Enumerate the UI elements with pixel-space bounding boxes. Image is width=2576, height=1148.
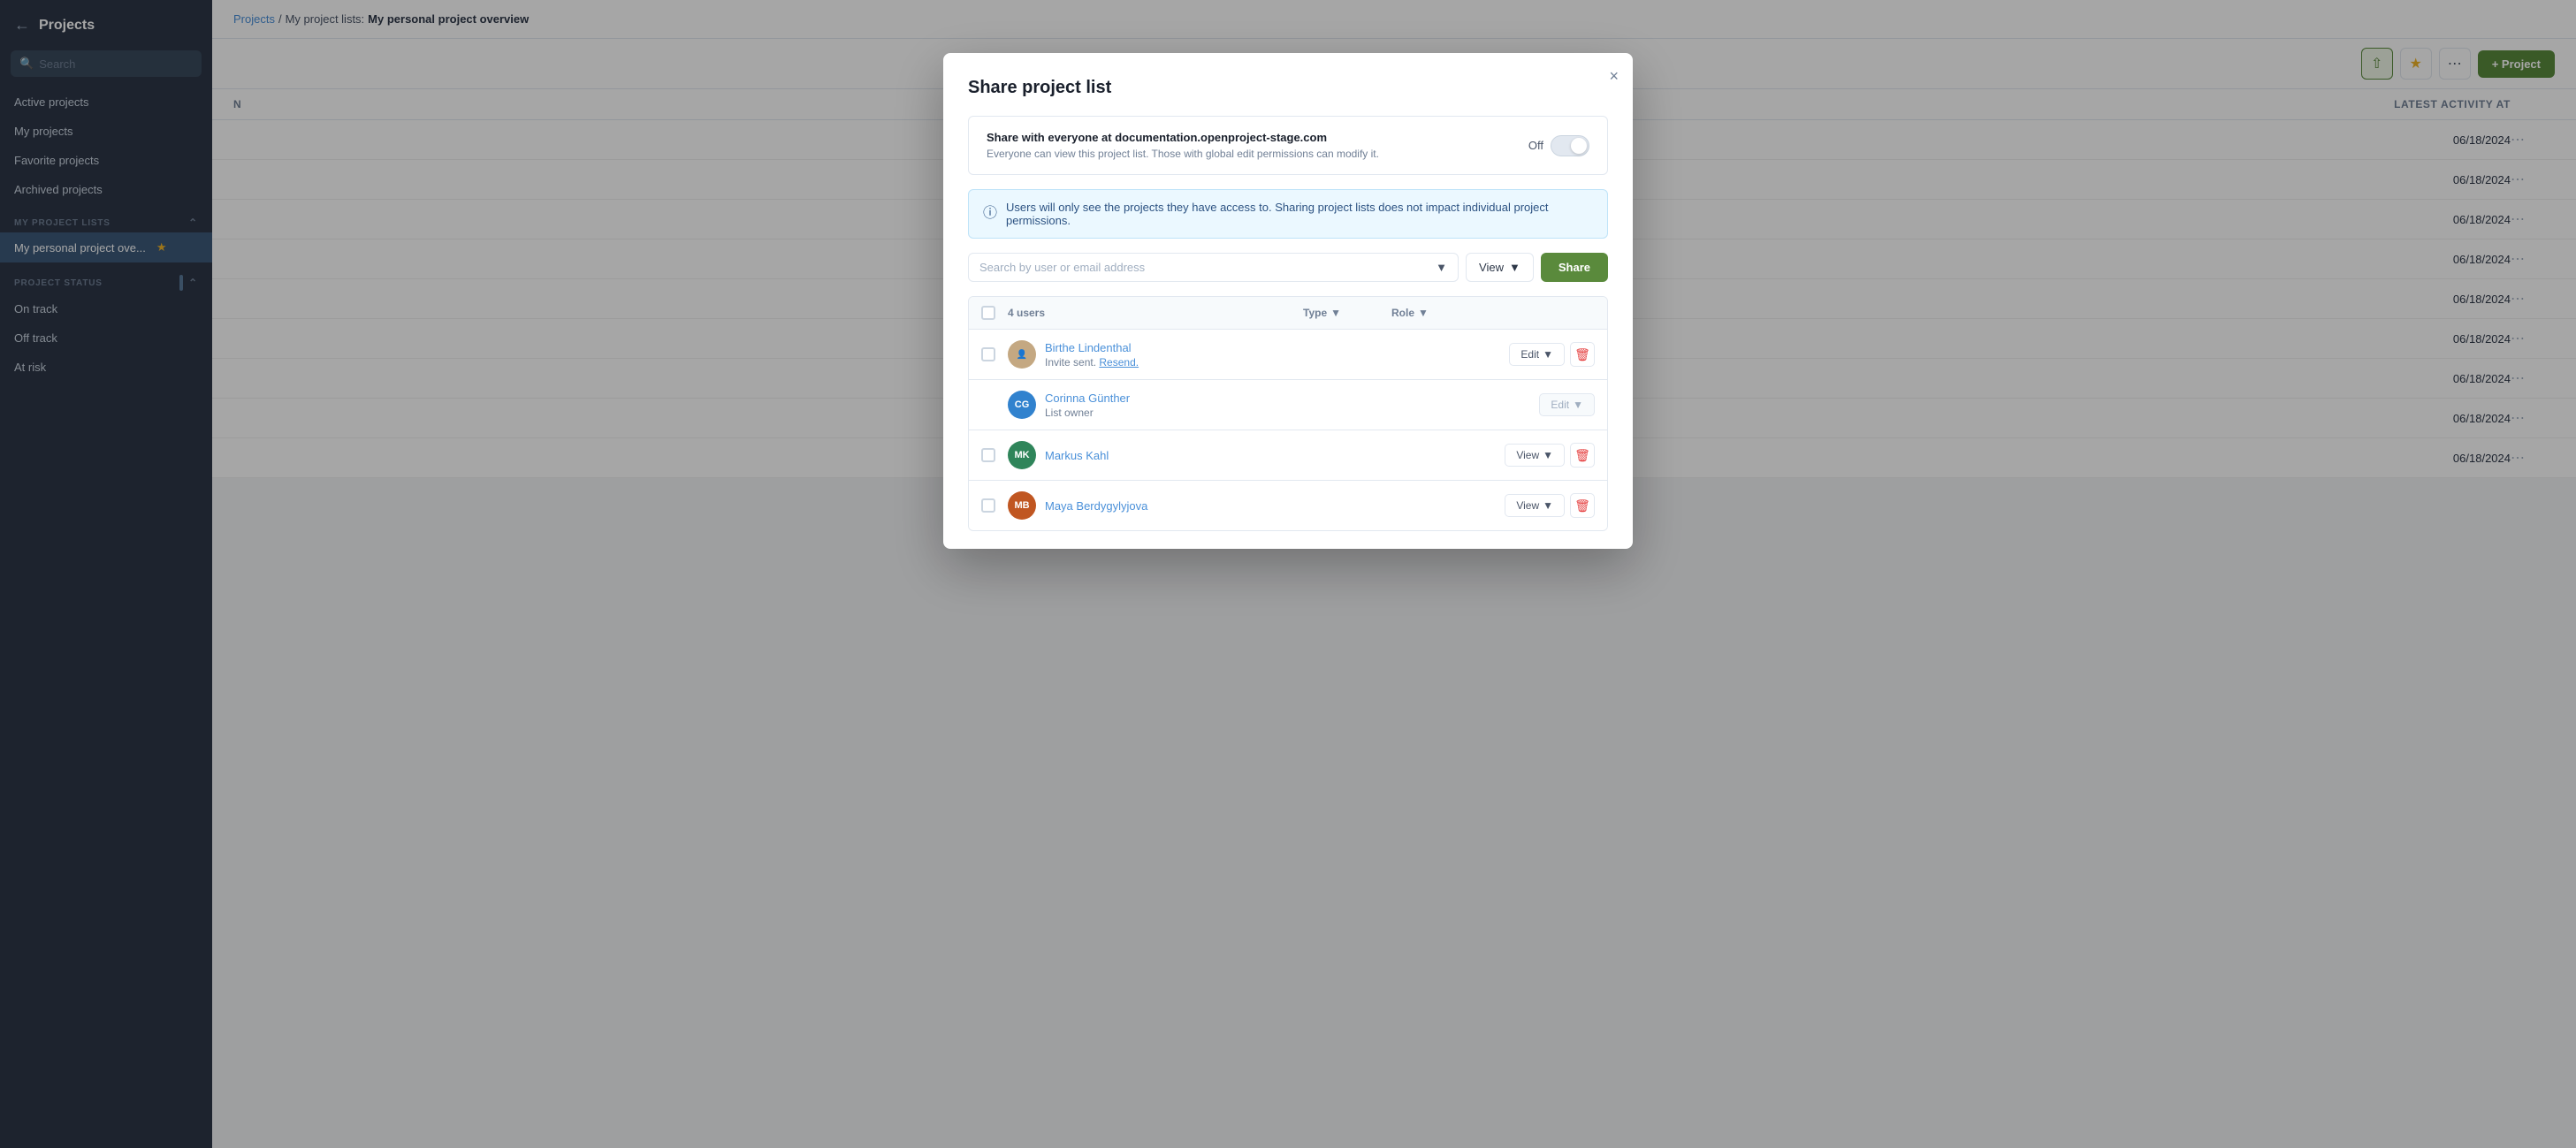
- user-info: Birthe Lindenthal Invite sent. Resend.: [1045, 341, 1303, 369]
- user-sub: Invite sent. Resend.: [1045, 356, 1303, 369]
- share-toggle-label: Share with everyone at documentation.ope…: [987, 131, 1379, 144]
- user-sub: List owner: [1045, 407, 1303, 419]
- user-row: CG Corinna Günther List owner Edit ▼: [969, 380, 1607, 430]
- user-row-content: CG Corinna Günther List owner: [1008, 391, 1303, 419]
- user-action: View ▼ 🗑: [1480, 443, 1595, 468]
- action-dropdown[interactable]: View ▼: [1505, 444, 1565, 467]
- chevron-down-icon: ▼: [1330, 307, 1341, 319]
- search-share-row: Search by user or email address ▼ View ▼…: [968, 253, 1608, 282]
- delete-user-button[interactable]: 🗑: [1570, 443, 1595, 468]
- action-dropdown-disabled: Edit ▼: [1539, 393, 1595, 416]
- user-row-content: 👤 Birthe Lindenthal Invite sent. Resend.: [1008, 340, 1303, 369]
- user-row: MB Maya Berdygylyjova View ▼ 🗑: [969, 481, 1607, 530]
- info-banner: ⓘ Users will only see the projects they …: [968, 189, 1608, 239]
- user-row: MK Markus Kahl View ▼ 🗑: [969, 430, 1607, 481]
- user-rows-container: 👤 Birthe Lindenthal Invite sent. Resend.…: [969, 330, 1607, 530]
- modal-overlay[interactable]: Share project list × Share with everyone…: [0, 0, 2576, 1148]
- chevron-down-icon: ▼: [1543, 499, 1553, 512]
- chevron-down-icon: ▼: [1573, 399, 1583, 411]
- toggle-area: Off: [1528, 135, 1589, 156]
- chevron-down-icon: ▼: [1509, 261, 1520, 274]
- off-label: Off: [1528, 139, 1543, 152]
- resend-link[interactable]: Resend.: [1099, 356, 1139, 369]
- avatar: MK: [1008, 441, 1036, 469]
- avatar: MB: [1008, 491, 1036, 520]
- modal-close-button[interactable]: ×: [1609, 67, 1619, 86]
- user-name-link[interactable]: Corinna Günther: [1045, 392, 1303, 405]
- modal-title: Share project list: [968, 78, 1608, 98]
- info-text: Users will only see the projects they ha…: [1006, 201, 1593, 227]
- user-info: Corinna Günther List owner: [1045, 392, 1303, 419]
- user-search-dropdown[interactable]: Search by user or email address ▼: [968, 253, 1459, 282]
- user-action: Edit ▼ 🗑: [1480, 342, 1595, 367]
- info-icon: ⓘ: [983, 201, 997, 222]
- share-toggle[interactable]: [1551, 135, 1589, 156]
- select-all-checkbox[interactable]: [981, 306, 995, 320]
- share-toggle-section: Share with everyone at documentation.ope…: [968, 116, 1608, 175]
- user-name-link[interactable]: Maya Berdygylyjova: [1045, 499, 1303, 513]
- users-count: 4 users: [1008, 307, 1303, 319]
- share-modal: Share project list × Share with everyone…: [943, 53, 1633, 549]
- chevron-down-icon: ▼: [1543, 449, 1553, 461]
- users-table-header: 4 users Type ▼ Role ▼: [969, 297, 1607, 330]
- delete-user-button[interactable]: 🗑: [1570, 342, 1595, 367]
- dropdown-arrow-icon: ▼: [1436, 261, 1447, 274]
- user-row: 👤 Birthe Lindenthal Invite sent. Resend.…: [969, 330, 1607, 380]
- user-action: Edit ▼: [1480, 393, 1595, 416]
- user-name-link[interactable]: Birthe Lindenthal: [1045, 341, 1303, 354]
- user-row-content: MB Maya Berdygylyjova: [1008, 491, 1303, 520]
- role-col-header: Role ▼: [1391, 307, 1480, 319]
- user-search-placeholder: Search by user or email address: [979, 261, 1145, 274]
- delete-user-button[interactable]: 🗑: [1570, 493, 1595, 518]
- user-checkbox[interactable]: [981, 498, 995, 513]
- user-info: Maya Berdygylyjova: [1045, 499, 1303, 513]
- action-dropdown[interactable]: Edit ▼: [1509, 343, 1565, 366]
- action-dropdown[interactable]: View ▼: [1505, 494, 1565, 517]
- view-label: View: [1479, 261, 1504, 274]
- user-info: Markus Kahl: [1045, 449, 1303, 462]
- user-checkbox[interactable]: [981, 347, 995, 361]
- avatar: CG: [1008, 391, 1036, 419]
- user-name-link[interactable]: Markus Kahl: [1045, 449, 1303, 462]
- chevron-down-icon: ▼: [1543, 348, 1553, 361]
- user-checkbox[interactable]: [981, 448, 995, 462]
- users-table: 4 users Type ▼ Role ▼ 👤 Birthe Lindentha…: [968, 296, 1608, 531]
- avatar: 👤: [1008, 340, 1036, 369]
- toggle-knob: [1571, 138, 1587, 154]
- user-row-content: MK Markus Kahl: [1008, 441, 1303, 469]
- share-submit-button[interactable]: Share: [1541, 253, 1608, 282]
- type-col-header: Type ▼: [1303, 307, 1391, 319]
- user-action: View ▼ 🗑: [1480, 493, 1595, 518]
- view-dropdown[interactable]: View ▼: [1466, 253, 1534, 282]
- chevron-down-icon: ▼: [1418, 307, 1429, 319]
- share-toggle-desc: Everyone can view this project list. Tho…: [987, 148, 1379, 160]
